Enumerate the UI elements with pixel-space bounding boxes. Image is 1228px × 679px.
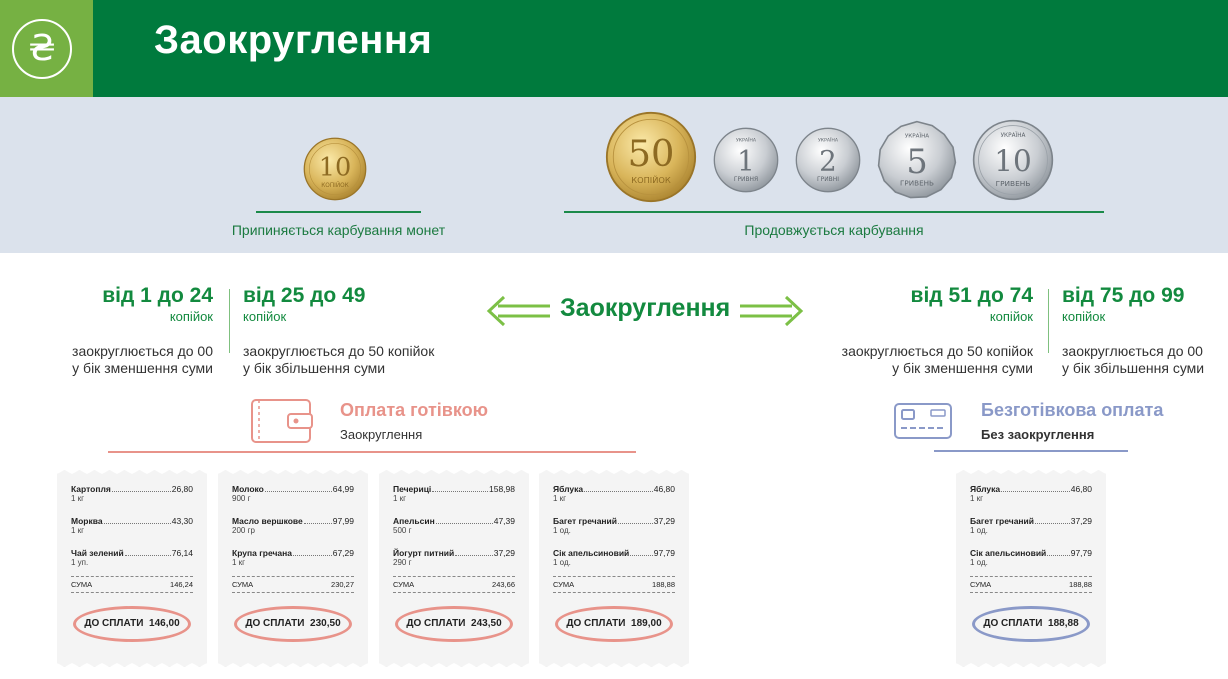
receipt-line: Яблука 46,80 1 кг <box>553 484 675 503</box>
receipt-cashless: Яблука 46,80 1 кг Багет гречаний 37,29 1 од.… <box>956 470 1106 667</box>
receipt-sum: СУМА 243,66 <box>393 580 515 589</box>
cash-title: Оплата готівкою <box>340 400 488 420</box>
coin-50-kopiyok: 50 КОПІЙОК <box>605 111 697 203</box>
coin-1-hryvnia: УКРАЇНА 1 ГРИВНЯ <box>713 127 779 193</box>
svg-text:10: 10 <box>994 144 1032 178</box>
arrow-right-icon <box>740 295 804 327</box>
svg-text:ГРИВНЯ: ГРИВНЯ <box>734 176 758 183</box>
cashless-rule <box>934 450 1128 452</box>
range-25-49: від 25 до 49 копійок заокруглюється до 5… <box>243 284 435 376</box>
svg-text:10: 10 <box>319 152 352 182</box>
svg-text:ГРИВЕНЬ: ГРИВЕНЬ <box>996 179 1031 188</box>
page-title: Заокруглення <box>154 18 433 62</box>
svg-text:УКРАЇНА: УКРАЇНА <box>1001 132 1026 139</box>
receipt-total: ДО СПЛАТИ 230,50 <box>234 606 352 642</box>
cashless-title: Безготівкова оплата <box>981 400 1164 420</box>
svg-text:КОПІЙОК: КОПІЙОК <box>321 182 349 189</box>
receipt-line: Печериці 158,98 1 кг <box>393 484 515 503</box>
arrow-left-icon <box>486 295 550 327</box>
receipt-total: ДО СПЛАТИ 146,00 <box>73 606 191 642</box>
receipt-total: ДО СПЛАТИ 243,50 <box>395 606 513 642</box>
receipt-2: Молоко 64,99 900 г Масло вершкове 97,99 200 … <box>218 470 368 667</box>
cash-rule <box>108 451 636 453</box>
wallet-icon <box>251 399 313 443</box>
continued-caption: Продовжується карбування <box>744 222 924 238</box>
receipt-total: ДО СПЛАТИ 188,88 <box>972 606 1090 642</box>
range-51-74: від 51 до 74 копійок заокруглюється до 5… <box>841 284 1033 376</box>
receipt-sum: СУМА 188,88 <box>553 580 675 589</box>
receipt-line: Морква 43,30 1 кг <box>71 516 193 535</box>
svg-text:КОПІЙОК: КОПІЙОК <box>631 174 671 185</box>
range-75-99: від 75 до 99 копійок заокруглюється до 0… <box>1062 284 1205 376</box>
receipt-line: Багет гречаний 37,29 1 од. <box>970 516 1092 535</box>
hryvnia-icon: ₴ <box>12 19 72 79</box>
continued-rule <box>564 211 1104 213</box>
svg-text:2: 2 <box>819 145 837 178</box>
coins-band: 10 КОПІЙОК Припиняється карбування монет… <box>0 97 1228 253</box>
receipt-line: Яблука 46,80 1 кг <box>970 484 1092 503</box>
receipt-line: Апельсин 47,39 500 г <box>393 516 515 535</box>
coin-10-hryven: УКРАЇНА 10 ГРИВЕНЬ <box>972 119 1054 201</box>
coin-5-hryven: УКРАЇНА 5 ГРИВЕНЬ <box>876 120 958 200</box>
range-divider-right <box>1048 289 1049 353</box>
svg-text:5: 5 <box>906 142 927 181</box>
range-1-24: від 1 до 24 копійок заокруглюється до 00… <box>72 284 213 376</box>
svg-text:50: 50 <box>628 132 675 175</box>
cashless-subtitle: Без заокруглення <box>981 427 1095 442</box>
receipt-line: Картопля 26,80 1 кг <box>71 484 193 503</box>
center-rounding-label: Заокруглення <box>560 294 731 322</box>
svg-text:УКРАЇНА: УКРАЇНА <box>905 133 929 140</box>
svg-text:1: 1 <box>737 145 755 178</box>
receipt-line: Масло вершкове 97,99 200 гр <box>232 516 354 535</box>
receipt-3: Печериці 158,98 1 кг Апельсин 47,39 500 г Йо… <box>379 470 529 667</box>
coin-10-kopiyok: 10 КОПІЙОК <box>303 137 367 201</box>
svg-text:ГРИВНІ: ГРИВНІ <box>817 176 839 183</box>
receipt-sum: СУМА 188,88 <box>970 580 1092 589</box>
receipt-sum: СУМА 230,27 <box>232 580 354 589</box>
stopped-rule <box>256 211 421 213</box>
coin-2-hryvni: УКРАЇНА 2 ГРИВНІ <box>795 127 861 193</box>
receipt-total: ДО СПЛАТИ 189,00 <box>555 606 673 642</box>
receipt-sum: СУМА 146,24 <box>71 580 193 589</box>
logo: ₴ <box>0 0 93 97</box>
stopped-caption: Припиняється карбування монет <box>231 222 446 238</box>
cash-subtitle: Заокруглення <box>340 427 423 442</box>
header-bar: ₴ Заокруглення <box>0 0 1228 97</box>
receipt-line: Багет гречаний 37,29 1 од. <box>553 516 675 535</box>
svg-text:ГРИВЕНЬ: ГРИВЕНЬ <box>900 179 934 188</box>
card-icon <box>894 403 952 439</box>
range-divider-left <box>229 289 230 353</box>
receipt-line: Молоко 64,99 900 г <box>232 484 354 503</box>
receipt-4: Яблука 46,80 1 кг Багет гречаний 37,29 1 од.… <box>539 470 689 667</box>
receipt-1: Картопля 26,80 1 кг Морква 43,30 1 кг Чай зе… <box>57 470 207 667</box>
